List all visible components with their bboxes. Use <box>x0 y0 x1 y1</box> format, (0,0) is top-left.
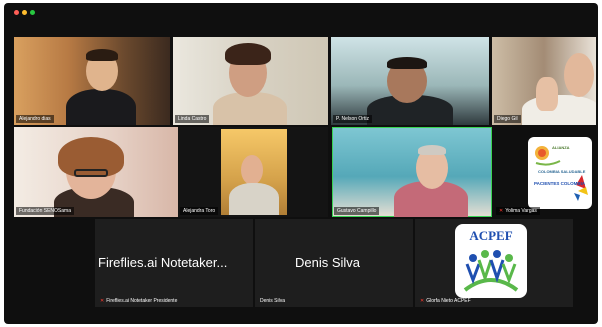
alianza-logo-line3: PACIENTES COLOMBIA <box>534 181 586 186</box>
glasses <box>74 169 108 177</box>
participant-name-label: Alejandra Toro <box>180 207 219 215</box>
participant-hair <box>225 43 271 65</box>
video-tile-denis-silva[interactable]: Denis Silva Denis Silva <box>255 219 413 307</box>
participant-display-name: Fireflies.ai Notetaker... <box>98 255 228 270</box>
video-tile-alejandro-dias[interactable]: Alejandro dias <box>14 37 170 125</box>
alianza-colombia-logo: ALIANZA COLOMBIA SALUDABLE PACIENTES COL… <box>528 137 592 209</box>
participant-name-label: ✕ Yolima Vargas <box>496 207 540 215</box>
participant-face <box>564 53 594 97</box>
video-tile-fireflies-notetaker[interactable]: Fireflies.ai Notetaker... ✕ Fireflies.ai … <box>95 219 253 307</box>
participant-name-label: ✕ Glorfa Nieto ACPEF <box>420 298 471 304</box>
alianza-logo-line2: COLOMBIA SALUDABLE <box>538 169 586 174</box>
video-tile-yolima-vargas[interactable]: ALIANZA COLOMBIA SALUDABLE PACIENTES COL… <box>494 127 596 217</box>
participant-name-label: Alejandro dias <box>16 115 54 123</box>
participant-face <box>241 155 263 185</box>
participant-name-label: Denis Silva <box>260 298 286 304</box>
participant-name-label: Linda Castro <box>175 115 210 123</box>
acpef-logo: ACPEF <box>455 224 527 298</box>
participant-silhouette <box>522 95 596 125</box>
participant-name-label: Fundación SENOSama <box>16 207 74 215</box>
participant-hair <box>418 145 446 155</box>
participant-name-label: P. Nelson Ortiz <box>333 115 372 123</box>
video-tile-linda-castro[interactable]: Linda Castro <box>173 37 328 125</box>
video-call-window: Alejandro dias Linda Castro P. Nelson Or… <box>4 3 598 324</box>
waving-hand <box>536 77 558 111</box>
participant-name-label: Gustavo Campillo <box>334 207 380 215</box>
participant-display-name: Denis Silva <box>295 255 361 270</box>
participant-silhouette <box>66 89 136 125</box>
close-window-button[interactable] <box>14 10 19 15</box>
video-tile-gustavo-campillo[interactable]: Gustavo Campillo <box>332 127 492 217</box>
video-tile-gloria-nieto-acpef[interactable]: ACPEF ✕ Glorfa Nieto ACPEF <box>415 219 573 307</box>
participant-name-label: Diego Gil <box>494 115 521 123</box>
video-tile-nelson-ortiz[interactable]: P. Nelson Ortiz <box>331 37 489 125</box>
participant-silhouette <box>213 92 287 125</box>
participant-hair <box>387 57 427 69</box>
video-tile-alejandra-toro[interactable]: Alejandra Toro <box>178 127 328 217</box>
participant-hair <box>86 49 118 61</box>
participant-name-label: ✕ Fireflies.ai Notetaker Presidente <box>100 298 178 304</box>
participant-silhouette <box>229 183 279 215</box>
microphone-muted-icon: ✕ <box>100 298 105 304</box>
video-tile-fundacion-senosama[interactable]: Fundación SENOSama <box>14 127 178 217</box>
maximize-window-button[interactable] <box>30 10 35 15</box>
video-tile-diego-gil[interactable]: Diego Gil <box>492 37 596 125</box>
alianza-logo-line1: ALIANZA <box>552 145 570 150</box>
microphone-muted-icon: ✕ <box>499 208 504 214</box>
acpef-logo-text: ACPEF <box>469 228 513 243</box>
participant-video <box>221 129 287 215</box>
microphone-muted-icon: ✕ <box>420 298 425 304</box>
minimize-window-button[interactable] <box>22 10 27 15</box>
